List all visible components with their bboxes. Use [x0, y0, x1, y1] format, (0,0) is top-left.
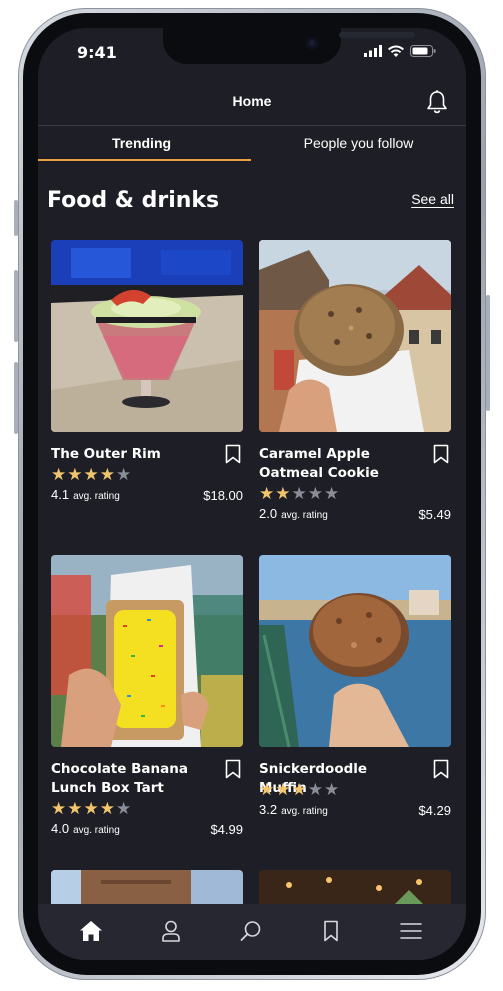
battery-icon [410, 45, 436, 57]
tab-trending[interactable]: Trending [38, 126, 245, 162]
tart-photo[interactable] [51, 555, 243, 747]
status-time: 9:41 [77, 43, 117, 62]
item-price: $4.99 [210, 822, 243, 837]
rating-value: 2.0 [259, 506, 278, 521]
front-camera [306, 37, 318, 49]
rating-value: 4.1 [51, 487, 70, 502]
bookmark-icon [433, 759, 449, 779]
section-title: Food & drinks [47, 188, 220, 213]
item-name[interactable]: Caramel Apple Oatmeal Cookie [259, 445, 419, 483]
bell-icon [427, 90, 447, 114]
bookmark-icon [225, 444, 241, 464]
nav-profile[interactable] [156, 916, 186, 946]
wifi-icon [388, 45, 404, 57]
mute-switch [14, 200, 18, 236]
star-rating: ★★★★★ [51, 465, 133, 485]
tab-people-you-follow[interactable]: People you follow [251, 126, 466, 162]
rating-caption: avg. rating [73, 825, 120, 836]
app-screen: 9:41 Home Trending People you follow Foo… [38, 28, 466, 960]
volume-up-button [14, 270, 18, 342]
cocktail-photo[interactable] [51, 240, 243, 432]
rating-value: 3.2 [259, 802, 278, 817]
bookmark-icon [433, 444, 449, 464]
nav-menu[interactable] [396, 916, 426, 946]
avg-rating: 3.2 avg. rating [259, 802, 328, 817]
rating-value: 4.0 [51, 821, 70, 836]
search-icon [240, 921, 261, 941]
cookie-photo[interactable] [259, 240, 451, 432]
see-all-link[interactable]: See all [411, 191, 454, 207]
item-name[interactable]: The Outer Rim [51, 445, 211, 464]
volume-down-button [14, 362, 18, 434]
active-tab-indicator [38, 159, 251, 161]
star-rating: ★★★★★ [259, 780, 341, 800]
avg-rating: 4.0 avg. rating [51, 821, 120, 836]
nav-saved[interactable] [316, 916, 346, 946]
star-rating: ★★★★★ [259, 484, 341, 504]
nav-home[interactable] [76, 916, 106, 946]
rating-caption: avg. rating [73, 491, 120, 502]
avg-rating: 4.1 avg. rating [51, 487, 120, 502]
profile-icon [162, 920, 180, 942]
item-price: $5.49 [418, 507, 451, 522]
item-price: $4.29 [418, 803, 451, 818]
bottom-navigation [38, 904, 466, 960]
bookmark-icon [324, 920, 338, 942]
food-card[interactable]: Snickerdoodle Muffin ★★★★★ 3.2 avg. ratin… [259, 555, 451, 818]
item-price: $18.00 [203, 488, 243, 503]
page-title: Home [232, 93, 272, 109]
notifications-button[interactable] [426, 89, 448, 119]
food-card[interactable]: Chocolate Banana Lunch Box Tart ★★★★★ 4.… [51, 555, 243, 837]
bookmark-icon [225, 759, 241, 779]
item-name[interactable]: Chocolate Banana Lunch Box Tart [51, 760, 211, 798]
signal-icon [364, 45, 382, 57]
star-rating: ★★★★★ [51, 799, 133, 819]
avg-rating: 2.0 avg. rating [259, 506, 328, 521]
bookmark-button[interactable] [225, 444, 241, 468]
rating-caption: avg. rating [281, 510, 328, 521]
feed-tabs: Trending People you follow [38, 125, 466, 163]
food-card[interactable]: Caramel Apple Oatmeal Cookie ★★★★★ 2.0 av… [259, 240, 451, 522]
menu-icon [400, 923, 422, 939]
rating-caption: avg. rating [281, 806, 328, 817]
speaker [339, 32, 415, 38]
notch [163, 28, 415, 64]
bookmark-button[interactable] [433, 444, 449, 468]
power-button [486, 295, 490, 411]
app-header: Home [38, 86, 466, 126]
bookmark-button[interactable] [225, 759, 241, 783]
bookmark-button[interactable] [433, 759, 449, 783]
home-icon [80, 921, 102, 941]
status-icons [364, 45, 436, 57]
nav-search[interactable] [236, 916, 266, 946]
food-card[interactable]: The Outer Rim ★★★★★ 4.1 avg. rating $18.0… [51, 240, 243, 503]
muffin-photo[interactable] [259, 555, 451, 747]
